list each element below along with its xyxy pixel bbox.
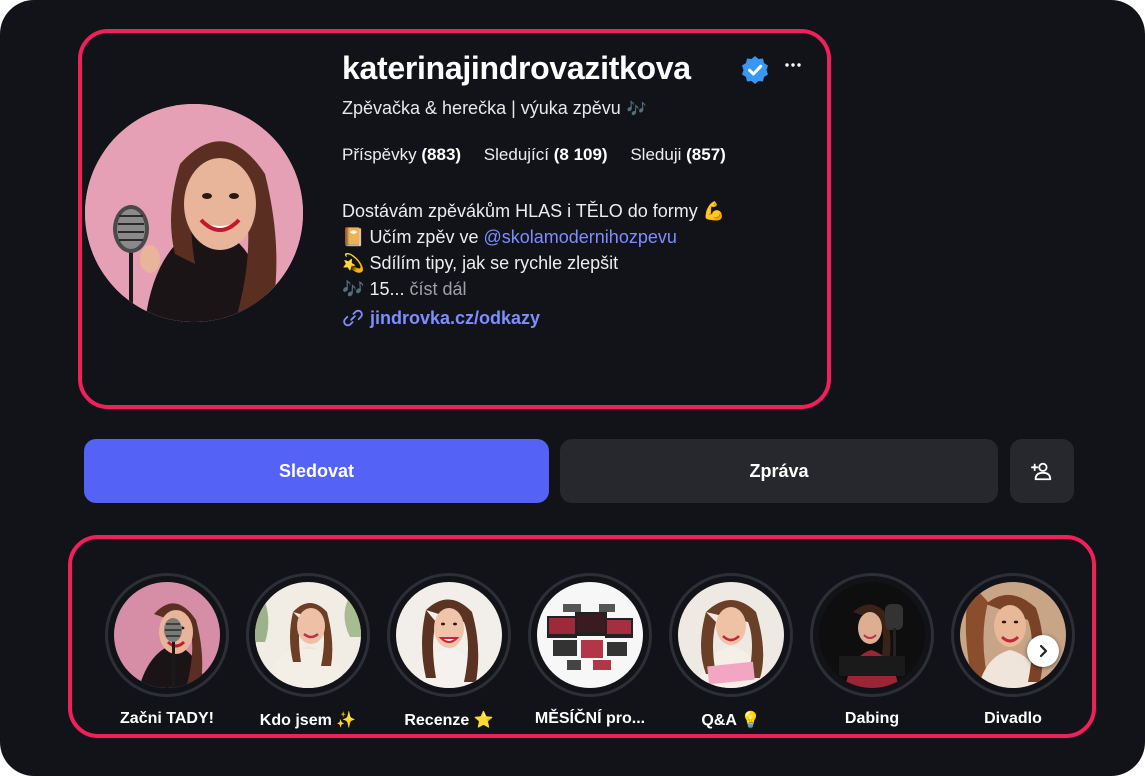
posts-label: Příspěvky xyxy=(342,145,417,164)
username: katerinajindrovazitkova xyxy=(342,50,691,86)
flexed-arm-icon: 💪 xyxy=(702,201,726,221)
story-cover-image xyxy=(960,582,1066,688)
followers-label: Sledující xyxy=(483,145,549,164)
story-label: Recenze ⭐ xyxy=(367,710,531,730)
story-label: Začni TADY! xyxy=(85,710,249,728)
external-link-text: jindrovka.cz/odkazy xyxy=(370,307,541,328)
suggested-users-button[interactable] xyxy=(1010,439,1074,503)
read-more-link[interactable]: číst dál xyxy=(409,279,466,299)
story-label-text: Dabing xyxy=(844,710,900,727)
story-label-text: MĚSÍČNÍ pro... xyxy=(534,710,646,727)
story-cover-image xyxy=(396,582,502,688)
followers-count: (8 109) xyxy=(553,145,608,164)
bio-line: Dostávám zpěvákům HLAS i TĚLO do formy 💪 xyxy=(342,198,725,224)
story-label: Divadlo xyxy=(931,710,1095,728)
message-button[interactable]: Zpráva xyxy=(560,439,998,503)
story-label: Q&A 💡 xyxy=(649,710,813,730)
story-label-text: Začni TADY! xyxy=(120,710,214,727)
avatar-photo xyxy=(85,104,303,322)
notebook-icon: 📔 xyxy=(342,227,365,247)
lightbulb-icon: 💡 xyxy=(740,712,761,729)
story-label: Dabing xyxy=(790,710,954,728)
follow-button[interactable]: Sledovat xyxy=(84,439,549,503)
person-plus-icon xyxy=(1031,462,1052,481)
bio-line: 💫 Sdílím tipy, jak se rychle zlepšit xyxy=(342,250,725,276)
bio-line1-text: Dostávám zpěvákům HLAS i TĚLO do formy xyxy=(342,201,698,221)
posts-count: (883) xyxy=(421,145,462,164)
music-notes-icon: 🎶 xyxy=(342,279,365,299)
story-cover-image xyxy=(819,582,925,688)
bio-line2-text: Učím zpěv ve xyxy=(369,227,479,247)
posts-stat[interactable]: Příspěvky (883) xyxy=(342,145,461,164)
profile-avatar[interactable] xyxy=(85,104,303,322)
bio-line3-text: Sdílím tipy, jak se rychle zlepšit xyxy=(369,253,619,273)
story-cover-image xyxy=(678,582,784,688)
story-cover-image xyxy=(114,582,220,688)
story-label-text: Recenze xyxy=(404,712,470,729)
following-stat[interactable]: Sleduji (857) xyxy=(630,145,725,164)
profile-card: katerinajindrovazitkova Zpěvačka & hereč… xyxy=(0,0,1145,776)
story-label-text: Kdo jsem xyxy=(259,712,332,729)
category-text: Zpěvačka & herečka | výuka zpěvu xyxy=(342,98,621,118)
story-cover-image xyxy=(537,582,643,688)
profile-bio: Dostávám zpěvákům HLAS i TĚLO do formy 💪… xyxy=(342,198,725,302)
more-options-icon[interactable] xyxy=(782,54,804,76)
music-notes-icon: 🎶 xyxy=(626,101,647,118)
bio-line: 📔 Učím zpěv ve @skolamodernihozpevu xyxy=(342,224,725,250)
story-label-text: Divadlo xyxy=(984,710,1042,727)
mention-link[interactable]: @skolamodernihozpevu xyxy=(483,227,676,247)
stories-next-button[interactable] xyxy=(1027,635,1059,667)
external-link[interactable]: jindrovka.cz/odkazy xyxy=(342,307,540,329)
link-icon xyxy=(343,309,363,327)
chevron-right-icon xyxy=(1039,644,1048,658)
followers-stat[interactable]: Sledující (8 109) xyxy=(484,145,608,164)
story-cover-image xyxy=(255,582,361,688)
following-label: Sleduji xyxy=(630,145,682,164)
story-label: Kdo jsem ✨ xyxy=(226,710,390,730)
story-label-text: Q&A xyxy=(701,712,737,729)
star-icon: ⭐ xyxy=(473,712,494,729)
bio-line4-text: 15... xyxy=(369,279,405,299)
story-label: MĚSÍČNÍ pro... xyxy=(508,710,672,728)
bio-line: 🎶 15... číst dál xyxy=(342,276,725,302)
following-count: (857) xyxy=(686,145,726,164)
profile-category: Zpěvačka & herečka | výuka zpěvu 🎶 xyxy=(342,98,647,119)
verified-badge-icon xyxy=(742,56,768,84)
profile-stats: Příspěvky (883) Sledující (8 109) Sleduj… xyxy=(342,145,744,165)
sparkles-icon: ✨ xyxy=(336,712,357,729)
dizzy-star-icon: 💫 xyxy=(342,253,365,273)
